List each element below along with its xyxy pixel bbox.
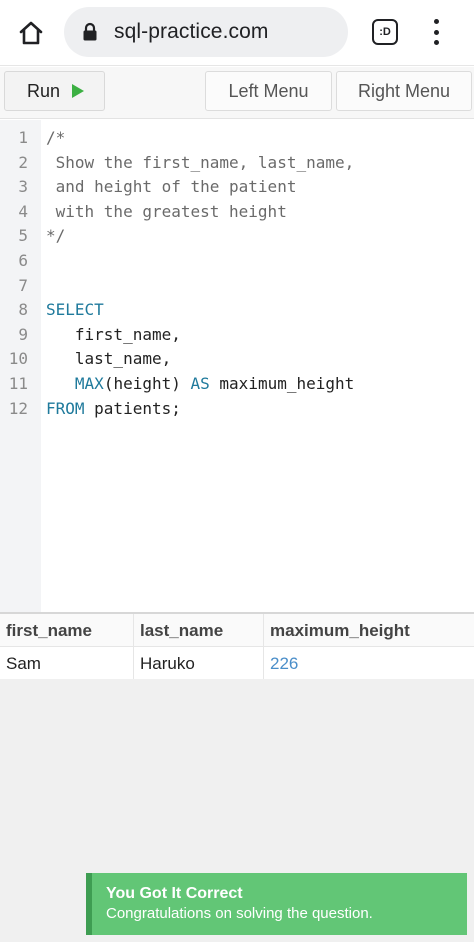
code-text: */ xyxy=(46,223,65,248)
code-line[interactable]: 7 xyxy=(0,273,474,298)
app-toolbar: Run Left Menu Right Menu xyxy=(0,67,474,119)
tab-switcher-button[interactable]: :D xyxy=(372,19,398,45)
code-line[interactable]: 10 last_name, xyxy=(0,346,474,371)
table-cell: Sam xyxy=(0,647,134,680)
code-text: SELECT xyxy=(46,297,104,322)
code-line[interactable]: 9 first_name, xyxy=(0,322,474,347)
sql-comment: Show the first_name, last_name, xyxy=(46,152,355,172)
sql-comment: /* xyxy=(46,128,66,147)
line-number: 10 xyxy=(8,349,28,369)
code-line[interactable]: 1 /* xyxy=(0,125,474,150)
column-header: first_name xyxy=(0,614,134,647)
line-number: 2 xyxy=(18,152,28,172)
table-cell: 226 xyxy=(270,654,299,673)
line-number: 5 xyxy=(18,226,28,246)
code-token: (height) xyxy=(103,374,191,393)
code-line[interactable]: 5 */ xyxy=(0,223,474,248)
line-number: 7 xyxy=(18,275,28,295)
code-text: with the greatest height xyxy=(46,199,287,224)
left-menu-button[interactable]: Left Menu xyxy=(205,71,332,111)
code-token: last_name, xyxy=(46,349,172,369)
code-token: maximum_height xyxy=(209,374,355,393)
line-number: 11 xyxy=(8,374,28,393)
sql-comment: */ xyxy=(46,226,66,246)
sql-comment: and height of the patient xyxy=(46,177,297,197)
column-header: maximum_height xyxy=(270,621,410,640)
code-line[interactable]: 6 xyxy=(0,248,474,273)
line-number: 8 xyxy=(18,300,28,320)
sql-keyword: MAX xyxy=(74,374,104,393)
play-icon xyxy=(72,84,85,98)
code-line[interactable]: 2 Show the first_name, last_name, xyxy=(0,150,474,175)
browser-toolbar: sql-practice.com :D xyxy=(0,0,474,66)
sql-keyword: FROM xyxy=(46,398,85,418)
code-text: FROM patients; xyxy=(46,396,181,421)
code-line[interactable]: 11 MAX(height) AS maximum_height xyxy=(0,371,474,396)
home-button[interactable] xyxy=(14,17,48,49)
code-text: Show the first_name, last_name, xyxy=(46,150,355,175)
table-row: Sam Haruko 226 xyxy=(0,647,474,680)
address-bar[interactable]: sql-practice.com xyxy=(64,7,348,57)
code-text: MAX(height) AS maximum_height xyxy=(46,371,354,396)
run-button[interactable]: Run xyxy=(4,71,105,111)
code-text: last_name, xyxy=(46,346,171,371)
sql-keyword: AS xyxy=(190,374,210,393)
sql-comment: with the greatest height xyxy=(46,201,287,221)
code-line[interactable]: 8 SELECT xyxy=(0,297,474,322)
url-text: sql-practice.com xyxy=(114,20,269,43)
sql-editor[interactable]: 1/* 2 Show the first_name, last_name, 3 an… xyxy=(0,120,474,612)
run-label: Run xyxy=(27,80,61,101)
code-token: first_name, xyxy=(46,324,181,344)
column-header: last_name xyxy=(134,614,264,647)
code-text: /* xyxy=(46,125,65,150)
right-menu-button[interactable]: Right Menu xyxy=(336,71,472,111)
toast-title: You Got It Correct xyxy=(106,885,243,902)
code-text: first_name, xyxy=(46,322,181,347)
results-table: first_name last_name maximum_height Sam … xyxy=(0,612,474,680)
line-number: 4 xyxy=(18,201,28,221)
home-icon xyxy=(19,21,43,45)
success-toast[interactable]: You Got It Correct Congratulations on so… xyxy=(86,873,467,935)
line-number: 1 xyxy=(18,128,28,147)
line-number: 12 xyxy=(8,398,28,418)
line-number: 3 xyxy=(18,177,28,197)
code-text: and height of the patient xyxy=(46,174,297,199)
more-vert-icon[interactable] xyxy=(426,16,446,48)
line-number: 9 xyxy=(18,324,28,344)
code-line[interactable]: 4 with the greatest height xyxy=(0,199,474,224)
code-line[interactable]: 3 and height of the patient xyxy=(0,174,474,199)
lock-icon xyxy=(82,21,102,43)
sql-keyword: SELECT xyxy=(46,300,104,320)
table-cell: Haruko xyxy=(134,647,264,680)
toast-message: Congratulations on solving the question. xyxy=(106,905,373,922)
table-header: first_name last_name maximum_height xyxy=(0,614,474,647)
code-token: patients; xyxy=(84,398,181,418)
line-number: 6 xyxy=(18,251,28,270)
code-line[interactable]: 12 FROM patients; xyxy=(0,396,474,421)
